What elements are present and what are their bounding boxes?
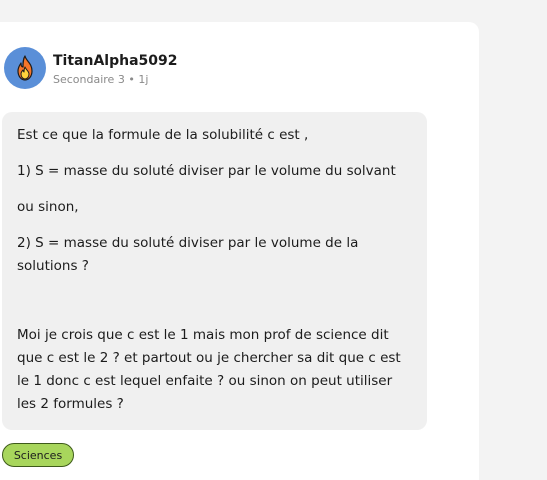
page: TitanAlpha5092 Secondaire 3 • 1j Est ce … <box>0 0 547 480</box>
avatar[interactable] <box>4 47 46 89</box>
meta-separator: • <box>128 72 135 86</box>
subject-tag[interactable]: Sciences <box>2 443 74 467</box>
fire-icon <box>17 55 33 81</box>
post-header: TitanAlpha5092 Secondaire 3 • 1j <box>4 47 178 89</box>
author-meta: TitanAlpha5092 Secondaire 3 • 1j <box>53 50 178 87</box>
author-grade: Secondaire 3 <box>53 72 125 86</box>
question-paragraph: Moi je crois que c est le 1 mais mon pro… <box>17 327 401 412</box>
question-paragraph: 2) S = masse du soluté diviser par le vo… <box>17 235 359 274</box>
question-paragraph: 1) S = masse du soluté diviser par le vo… <box>17 163 396 179</box>
author-username[interactable]: TitanAlpha5092 <box>53 52 178 70</box>
author-subline: Secondaire 3 • 1j <box>53 72 178 87</box>
question-paragraph: ou sinon, <box>17 199 79 215</box>
question-paragraph: Est ce que la formule de la solubilité c… <box>17 127 309 143</box>
post-time: 1j <box>138 72 149 86</box>
question-body: Est ce que la formule de la solubilité c… <box>2 112 427 430</box>
